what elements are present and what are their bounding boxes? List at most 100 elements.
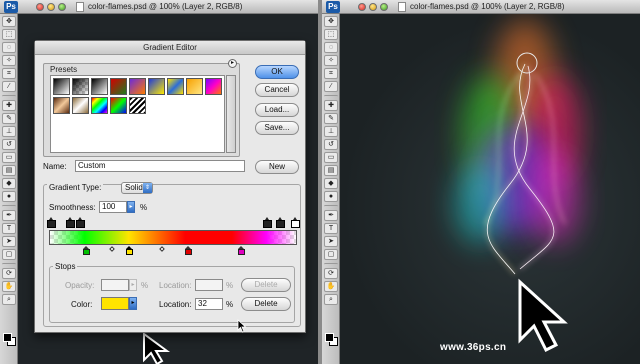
opacity-stop[interactable] [276, 217, 285, 228]
ok-button[interactable]: OK [255, 65, 299, 79]
hand-tool-icon[interactable]: ✋ [324, 281, 338, 292]
preset-blue-yellow[interactable] [148, 78, 165, 95]
type-tool-icon[interactable]: T [324, 223, 338, 234]
minimize-window-button[interactable] [369, 3, 377, 11]
zoom-window-button[interactable] [58, 3, 66, 11]
pen-tool-icon[interactable]: ✒ [2, 210, 16, 221]
gradient-type-select[interactable]: Solid ⇕ [121, 182, 153, 194]
presets-scrollbar[interactable] [226, 75, 236, 153]
preset-violet-orange[interactable] [129, 78, 146, 95]
eyedropper-tool-icon[interactable]: ⁄ [2, 81, 16, 92]
smoothness-field[interactable]: 100 [99, 201, 127, 213]
preset-red-green[interactable] [110, 78, 127, 95]
history-brush-tool-icon[interactable]: ↺ [324, 139, 338, 150]
color-dropdown-arrow-icon[interactable]: ▸ [129, 297, 137, 310]
color-swatch[interactable] [101, 297, 129, 310]
opacity-stop[interactable] [291, 217, 300, 228]
magic-wand-tool-icon[interactable]: ✧ [324, 55, 338, 66]
preset-spectrum[interactable] [91, 97, 108, 114]
opacity-field[interactable] [101, 279, 129, 291]
zoom-tool-icon[interactable]: ⌕ [324, 294, 338, 305]
gradient-tool-icon[interactable]: ▤ [324, 165, 338, 176]
presets-menu-arrow-icon[interactable]: ▸ [228, 59, 237, 68]
brush-tool-icon[interactable]: ✎ [2, 113, 16, 124]
preset-violet-orange-2[interactable] [205, 78, 222, 95]
healing-brush-tool-icon[interactable]: ✚ [2, 100, 16, 111]
lasso-tool-icon[interactable]: ◌ [2, 42, 16, 53]
zoom-tool-icon[interactable]: ⌕ [2, 294, 16, 305]
arrow-cursor-icon [143, 332, 171, 364]
opacity-dropdown-arrow-icon[interactable]: ▸ [129, 279, 137, 291]
new-button[interactable]: New [255, 160, 299, 174]
right-canvas[interactable] [340, 14, 640, 364]
preset-transparent-stripes[interactable] [129, 97, 146, 114]
minimize-window-button[interactable] [47, 3, 55, 11]
eraser-tool-icon[interactable]: ▭ [324, 152, 338, 163]
preset-foreground-to-transparent[interactable] [72, 78, 89, 95]
shape-tool-icon[interactable]: ▢ [2, 249, 16, 260]
path-selection-tool-icon[interactable]: ➤ [324, 236, 338, 247]
preset-orange-yellow[interactable] [186, 78, 203, 95]
shape-tool-icon[interactable]: ▢ [324, 249, 338, 260]
color-stop-magenta[interactable] [238, 246, 245, 256]
delete-color-stop-button[interactable]: Delete [241, 297, 291, 311]
smoothness-dropdown-arrow-icon[interactable]: ▸ [127, 201, 135, 213]
preset-transparent-rainbow[interactable] [110, 97, 127, 114]
opacity-stop[interactable] [66, 217, 75, 228]
3d-rotate-tool-icon[interactable]: ⟳ [324, 268, 338, 279]
presets-list[interactable] [50, 75, 225, 153]
dodge-tool-icon[interactable]: ● [324, 191, 338, 202]
eraser-tool-icon[interactable]: ▭ [2, 152, 16, 163]
dialog-title[interactable]: Gradient Editor [35, 41, 305, 55]
color-stop-yellow-selected[interactable] [126, 246, 133, 256]
marquee-tool-icon[interactable]: ⬚ [324, 29, 338, 40]
opacity-stop[interactable] [47, 217, 56, 228]
delete-opacity-stop-button[interactable]: Delete [241, 278, 291, 292]
type-tool-icon[interactable]: T [2, 223, 16, 234]
lasso-tool-icon[interactable]: ◌ [324, 42, 338, 53]
dodge-tool-icon[interactable]: ● [2, 191, 16, 202]
crop-tool-icon[interactable]: ⌗ [324, 68, 338, 79]
right-window-titlebar[interactable]: Ps color-flames.psd @ 100% (Layer 2, RGB… [322, 0, 640, 14]
blur-tool-icon[interactable]: ◆ [324, 178, 338, 189]
color-location-field[interactable]: 32 [195, 298, 223, 310]
preset-black-white[interactable] [91, 78, 108, 95]
left-window-titlebar[interactable]: Ps color-flames.psd @ 100% (Layer 2, RGB… [0, 0, 318, 14]
move-tool-icon[interactable]: ✥ [324, 16, 338, 27]
close-window-button[interactable] [36, 3, 44, 11]
name-field[interactable]: Custom [75, 160, 245, 172]
gradient-preview-bar[interactable] [49, 230, 297, 245]
move-tool-icon[interactable]: ✥ [2, 16, 16, 27]
preset-copper[interactable] [53, 97, 70, 114]
brush-tool-icon[interactable]: ✎ [324, 113, 338, 124]
zoom-window-button[interactable] [380, 3, 388, 11]
opacity-stop[interactable] [76, 217, 85, 228]
magic-wand-tool-icon[interactable]: ✧ [2, 55, 16, 66]
preset-blue-yellow-blue[interactable] [167, 78, 184, 95]
eyedropper-tool-icon[interactable]: ⁄ [324, 81, 338, 92]
history-brush-tool-icon[interactable]: ↺ [2, 139, 16, 150]
load-button[interactable]: Load... [255, 103, 299, 117]
foreground-color-swatch[interactable] [325, 333, 334, 342]
color-stop-red[interactable] [185, 246, 192, 256]
crop-tool-icon[interactable]: ⌗ [2, 68, 16, 79]
opacity-stop[interactable] [263, 217, 272, 228]
gradient-tool-icon[interactable]: ▤ [2, 165, 16, 176]
color-stop-green[interactable] [83, 246, 90, 256]
3d-rotate-tool-icon[interactable]: ⟳ [2, 268, 16, 279]
preset-chrome[interactable] [72, 97, 89, 114]
hand-tool-icon[interactable]: ✋ [2, 281, 16, 292]
path-selection-tool-icon[interactable]: ➤ [2, 236, 16, 247]
pen-tool-icon[interactable]: ✒ [324, 210, 338, 221]
opacity-location-field[interactable] [195, 279, 223, 291]
foreground-color-swatch[interactable] [3, 333, 12, 342]
healing-brush-tool-icon[interactable]: ✚ [324, 100, 338, 111]
cancel-button[interactable]: Cancel [255, 83, 299, 97]
clone-stamp-tool-icon[interactable]: ⊥ [2, 126, 16, 137]
marquee-tool-icon[interactable]: ⬚ [2, 29, 16, 40]
save-button[interactable]: Save... [255, 121, 299, 135]
close-window-button[interactable] [358, 3, 366, 11]
preset-foreground-to-background[interactable] [53, 78, 70, 95]
blur-tool-icon[interactable]: ◆ [2, 178, 16, 189]
clone-stamp-tool-icon[interactable]: ⊥ [324, 126, 338, 137]
